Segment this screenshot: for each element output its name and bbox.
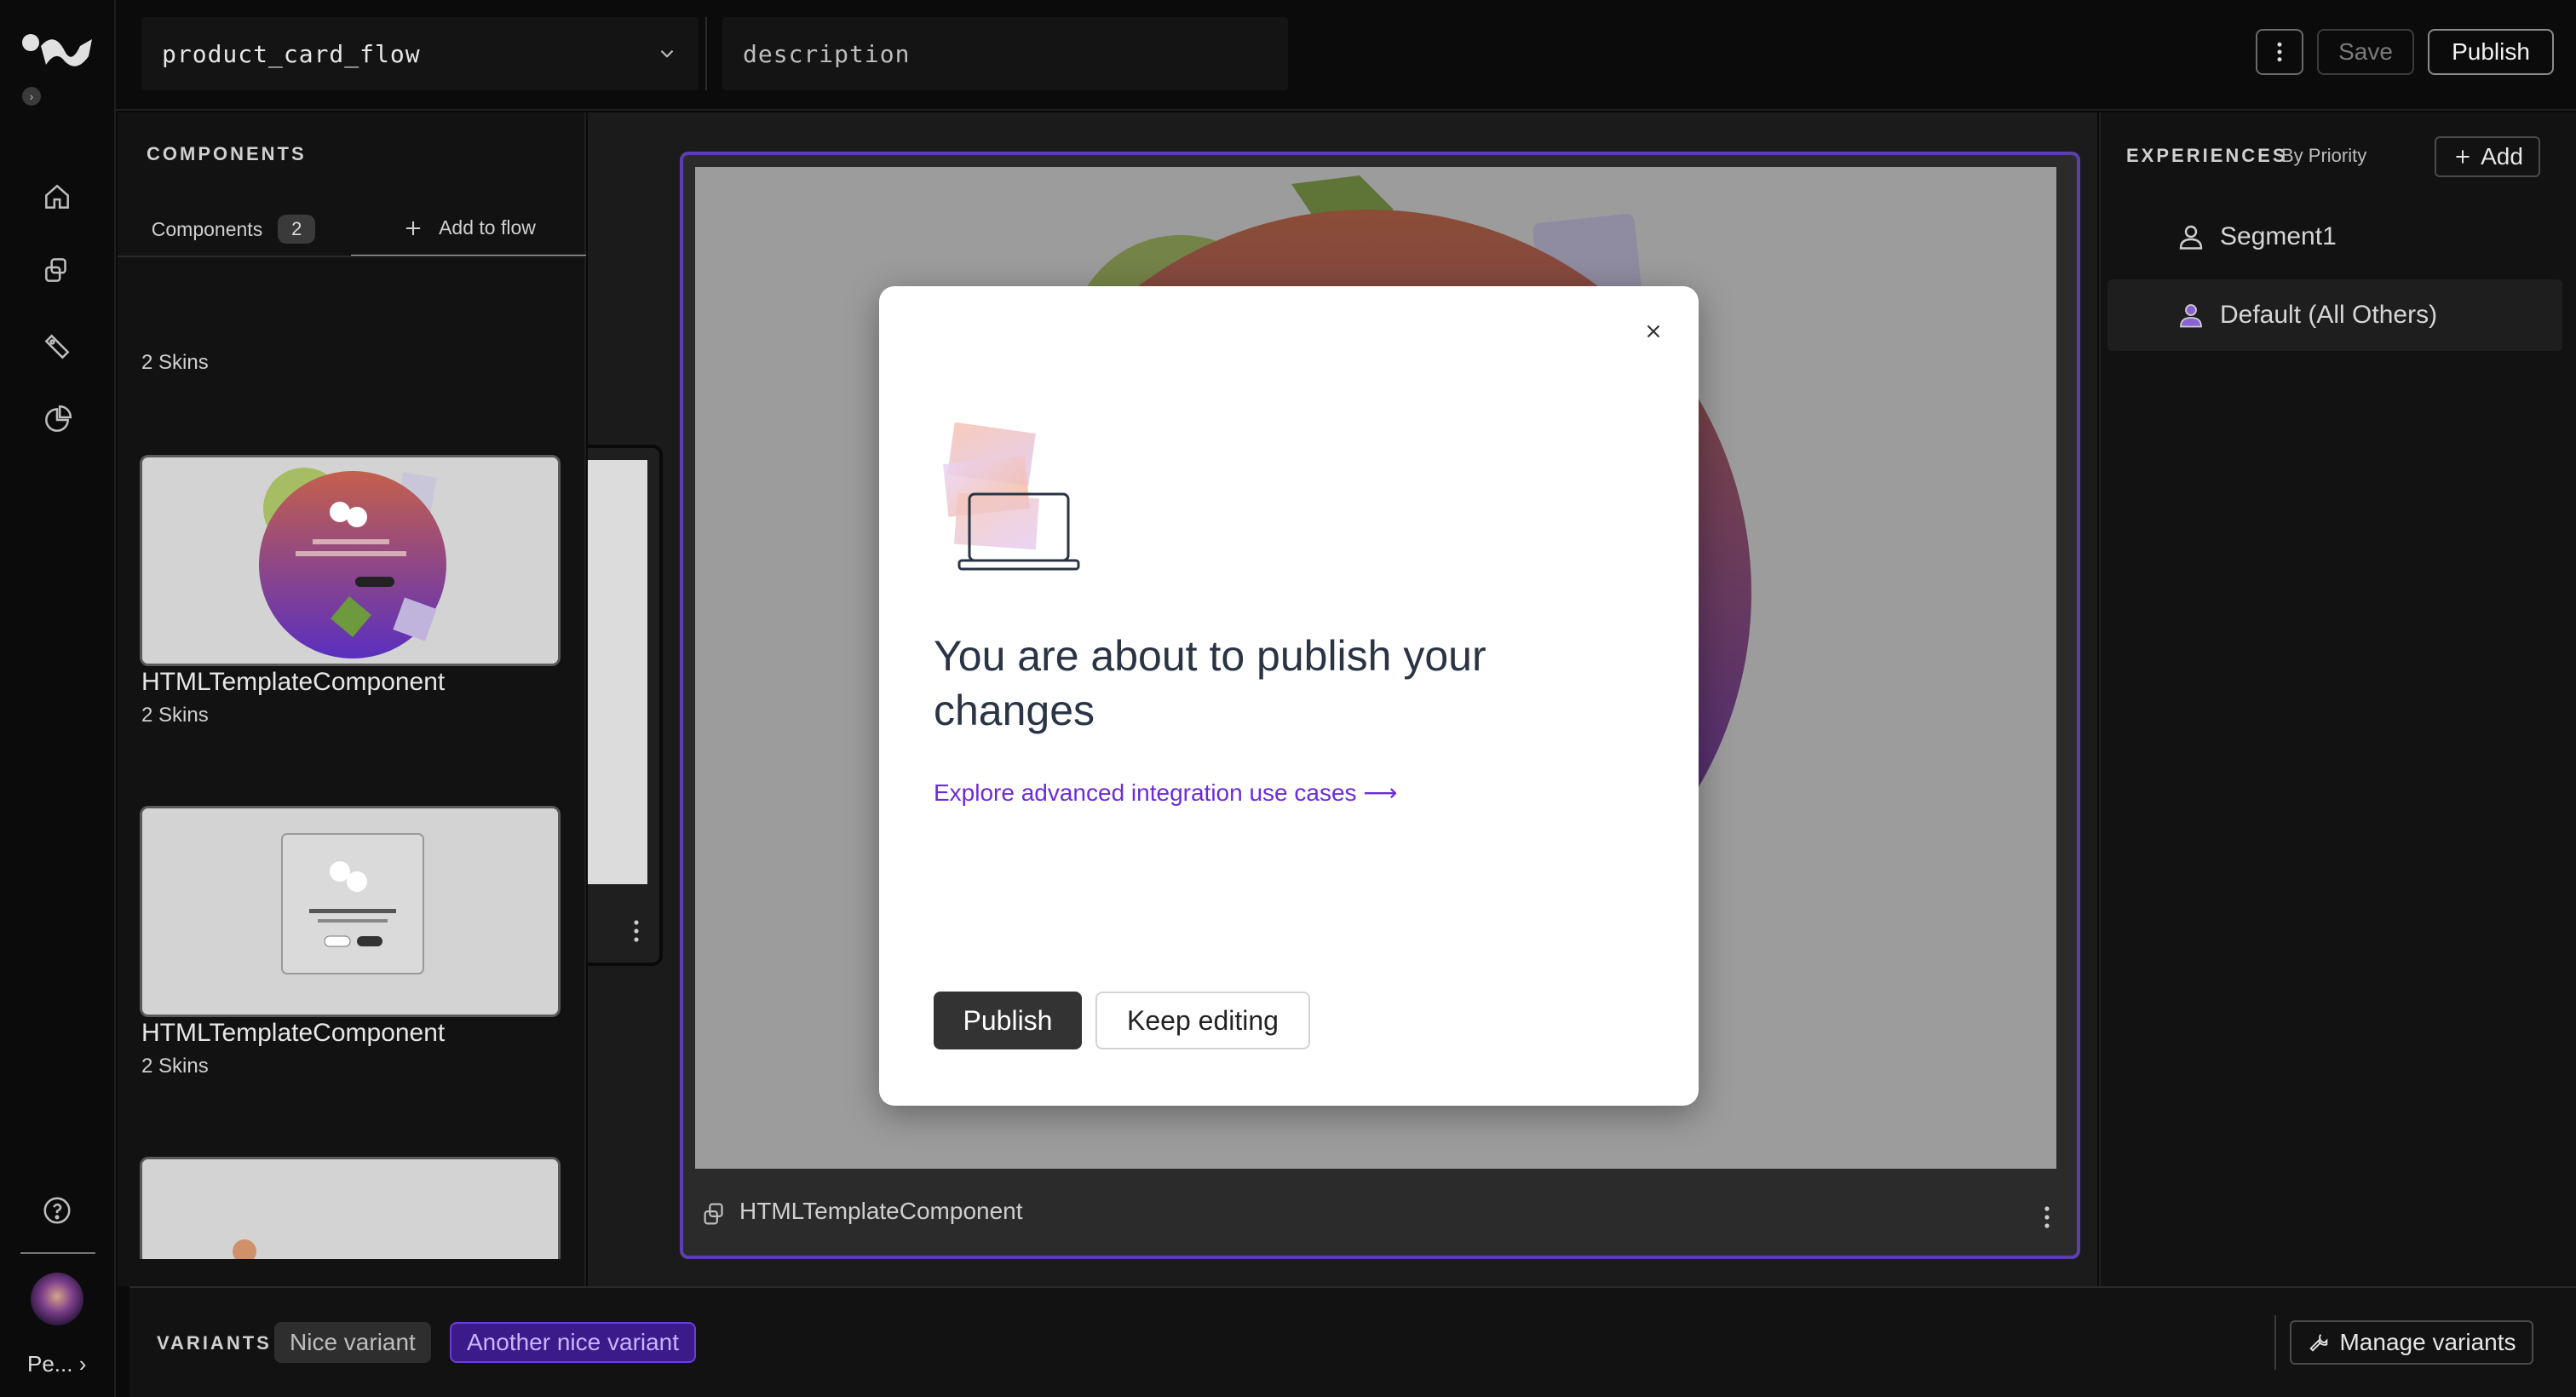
add-experience-label: Add — [2481, 143, 2523, 170]
chevron-down-icon — [660, 49, 674, 58]
tag-icon[interactable] — [36, 325, 78, 368]
integration-link-label: Explore advanced integration use cases — [934, 779, 1357, 806]
plus-icon — [2456, 150, 2470, 164]
experiences-title: EXPERIENCES — [2126, 145, 2288, 166]
laptop-illustration-icon — [943, 423, 1080, 571]
integration-link[interactable]: Explore advanced integration use cases ⟶ — [934, 779, 1397, 807]
rail-divider — [20, 1252, 95, 1254]
card-title: HTMLTemplateComponent — [141, 668, 446, 696]
save-button[interactable]: Save — [2317, 29, 2414, 75]
segment-item[interactable]: Segment1 — [2107, 201, 2562, 273]
logo-icon[interactable] — [20, 31, 95, 75]
variant-chip-selected[interactable]: Another nice variant — [450, 1322, 697, 1363]
variants-divider — [2274, 1315, 2276, 1370]
user-icon — [2179, 225, 2203, 250]
component-card[interactable] — [140, 455, 561, 666]
arrow-right-icon: ⟶ — [1363, 779, 1398, 806]
components-count-badge: 2 — [278, 215, 316, 244]
close-icon[interactable] — [1636, 313, 1671, 349]
user-menu-label[interactable]: Pe... › — [27, 1351, 86, 1377]
keep-editing-button[interactable]: Keep editing — [1095, 992, 1310, 1049]
flow-name: product_card_flow — [162, 39, 421, 68]
card-skins-count: 2 Skins — [141, 351, 209, 374]
component-card[interactable] — [140, 806, 561, 1017]
help-icon[interactable] — [36, 1189, 78, 1232]
segment-label: Default (All Others) — [2220, 301, 2438, 329]
topbar-divider — [705, 17, 707, 90]
card-skins-count: 2 Skins — [141, 1055, 209, 1078]
segment-item-selected[interactable]: Default (All Others) — [2107, 279, 2562, 351]
component-card[interactable] — [140, 1157, 561, 1259]
publish-button[interactable]: Publish — [2428, 29, 2554, 75]
modal-publish-button[interactable]: Publish — [934, 992, 1082, 1049]
card-thumbnail — [142, 1159, 558, 1259]
description-input[interactable] — [722, 17, 1288, 90]
segment-label: Segment1 — [2220, 222, 2337, 250]
more-options-button[interactable] — [2256, 29, 2303, 75]
variants-title: VARIANTS — [157, 1332, 272, 1354]
component-icon — [704, 1203, 723, 1225]
expand-rail-toggle[interactable]: › — [22, 87, 41, 106]
tab-components[interactable]: Components 2 — [118, 201, 349, 257]
tab-underline — [118, 256, 586, 257]
card-thumbnail — [142, 457, 558, 664]
more-vertical-icon — [2277, 42, 2282, 62]
tab-add-label: Add to flow — [439, 216, 536, 239]
card-skins-count: 2 Skins — [141, 704, 209, 727]
more-vertical-icon[interactable] — [2041, 1204, 2053, 1230]
preview-component-label: HTMLTemplateComponent — [739, 1198, 1023, 1224]
add-experience-button[interactable]: Add — [2435, 136, 2540, 177]
card-thumbnail — [142, 808, 558, 1015]
card-title: HTMLTemplateComponent — [141, 1019, 446, 1047]
components-icon[interactable] — [36, 249, 78, 291]
home-icon[interactable] — [36, 175, 78, 218]
components-title: COMPONENTS — [147, 143, 307, 164]
plus-icon — [405, 221, 421, 235]
components-panel — [118, 112, 586, 1286]
experiences-sort-label[interactable]: By Priority — [2281, 145, 2366, 167]
previous-experience-preview — [588, 460, 647, 884]
wrench-icon — [2309, 1334, 2328, 1352]
tab-add-to-flow[interactable]: Add to flow — [351, 201, 586, 257]
tab-components-label: Components — [151, 217, 263, 240]
user-icon — [2180, 304, 2202, 328]
manage-variants-label: Manage variants — [2339, 1329, 2516, 1355]
variant-chip[interactable]: Nice variant — [274, 1322, 431, 1363]
flow-select[interactable]: product_card_flow — [141, 17, 699, 90]
more-vertical-icon[interactable] — [630, 918, 642, 944]
modal-title: You are about to publish your changes — [934, 632, 1486, 734]
manage-variants-button[interactable]: Manage variants — [2290, 1320, 2533, 1365]
analytics-icon[interactable] — [36, 399, 78, 441]
avatar[interactable] — [31, 1273, 83, 1325]
